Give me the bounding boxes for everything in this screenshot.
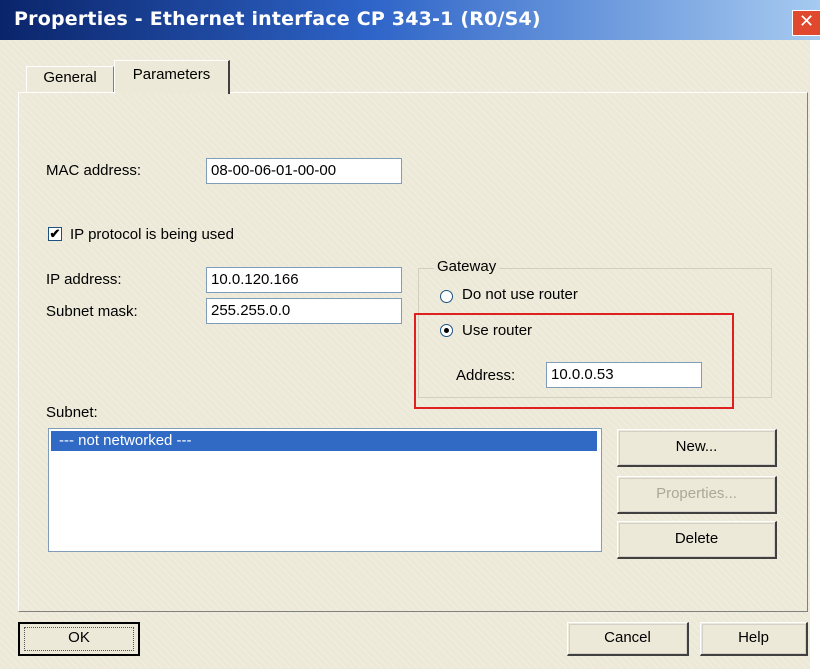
ip-address-label: IP address: (46, 271, 122, 288)
window-title: Properties - Ethernet interface CP 343-1… (14, 8, 541, 30)
subnet-label: Subnet: (46, 404, 98, 421)
properties-button[interactable]: Properties... (617, 476, 777, 514)
close-icon[interactable]: ✕ (792, 10, 820, 36)
subnet-mask-label: Subnet mask: (46, 303, 138, 320)
cancel-button[interactable]: Cancel (567, 622, 689, 656)
help-button[interactable]: Help (700, 622, 808, 656)
tab-general[interactable]: General (26, 66, 114, 92)
ip-address-field[interactable]: 10.0.120.166 (206, 267, 402, 293)
red-highlight-box (414, 313, 734, 409)
subnet-listbox[interactable]: --- not networked --- (48, 428, 602, 552)
new-button[interactable]: New... (617, 429, 777, 467)
delete-button[interactable]: Delete (617, 521, 777, 559)
gateway-title: Gateway (434, 258, 500, 275)
ok-button[interactable]: OK (18, 622, 140, 656)
ip-protocol-label: IP protocol is being used (70, 226, 234, 243)
list-item[interactable]: --- not networked --- (51, 431, 597, 451)
mac-address-field[interactable]: 08-00-06-01-00-00 (206, 158, 402, 184)
focus-rect (24, 627, 134, 651)
title-bar[interactable]: Properties - Ethernet interface CP 343-1… (0, 0, 820, 40)
ip-protocol-checkbox[interactable]: ✔ (48, 227, 62, 241)
no-router-radio[interactable] (440, 290, 453, 303)
mac-address-label: MAC address: (46, 162, 142, 179)
subnet-mask-field[interactable]: 255.255.0.0 (206, 298, 402, 324)
no-router-label: Do not use router (462, 286, 578, 303)
tab-parameters[interactable]: Parameters (114, 60, 230, 94)
